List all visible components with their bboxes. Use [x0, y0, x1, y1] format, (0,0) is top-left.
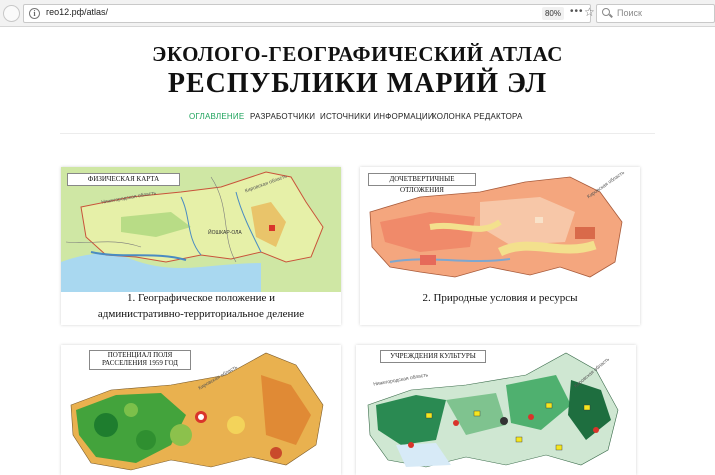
header-divider	[60, 133, 655, 134]
potential-map-image[interactable]: ПОТЕНЦИАЛ ПОЛЯ РАССЕЛЕНИЯ 1959 ГОД Киров…	[61, 345, 341, 475]
address-bar[interactable]: i гео12.рф/atlas/ 80% ••• ☆	[23, 4, 595, 23]
map-label-potential: ПОТЕНЦИАЛ ПОЛЯ РАССЕЛЕНИЯ 1959 ГОД	[89, 350, 191, 370]
browser-toolbar: i гео12.рф/atlas/ 80% ••• ☆ Поиск	[0, 0, 715, 27]
atlas-card-culture[interactable]: УЧРЕЖДЕНИЯ КУЛЬТУРЫ Кировская область Ни…	[356, 345, 636, 475]
nav-editor-column[interactable]: КОЛОНКА РЕДАКТОРА	[432, 112, 523, 121]
map-label-physical: ФИЗИЧЕСКАЯ КАРТА	[67, 173, 180, 186]
card-caption-line1[interactable]: 2. Природные условия и ресурсы	[360, 289, 640, 307]
atlas-card-geology[interactable]: ДОЧЕТВЕРТИЧНЫЕ ОТЛОЖЕНИЯ Кировская облас…	[360, 167, 640, 325]
map-label-geology: ДОЧЕТВЕРТИЧНЫЕ ОТЛОЖЕНИЯ	[368, 173, 476, 194]
atlas-card-physical[interactable]: ФИЗИЧЕСКАЯ КАРТА Кировская область Нижег…	[61, 167, 341, 325]
bookmark-star-icon[interactable]: ☆	[584, 5, 595, 19]
page-title-line1: ЭКОЛОГО-ГЕОГРАФИЧЕСКИЙ АТЛАС	[152, 42, 563, 66]
geology-map-image[interactable]: ДОЧЕТВЕРТИЧНЫЕ ОТЛОЖЕНИЯ Кировская облас…	[360, 167, 640, 292]
card-caption-line2[interactable]: административно-территориальное деление	[61, 305, 341, 323]
search-icon	[602, 8, 610, 16]
map-label-culture: УЧРЕЖДЕНИЯ КУЛЬТУРЫ	[380, 350, 486, 363]
nav-contents[interactable]: ОГЛАВЛЕНИЕ	[189, 112, 244, 121]
page-title-line2: РЕСПУБЛИКИ МАРИЙ ЭЛ	[167, 68, 548, 99]
map-capital-label: ЙОШКАР-ОЛА	[208, 230, 242, 236]
physical-map-image[interactable]: ФИЗИЧЕСКАЯ КАРТА Кировская область Нижег…	[61, 167, 341, 292]
back-button[interactable]	[3, 5, 20, 22]
search-placeholder: Поиск	[617, 8, 642, 18]
url-text[interactable]: гео12.рф/atlas/	[46, 7, 108, 17]
page-actions-icon[interactable]: •••	[570, 6, 584, 17]
atlas-card-potential[interactable]: ПОТЕНЦИАЛ ПОЛЯ РАССЕЛЕНИЯ 1959 ГОД Киров…	[61, 345, 341, 475]
nav-developers[interactable]: РАЗРАБОТЧИКИ	[250, 112, 315, 121]
culture-map-image[interactable]: УЧРЕЖДЕНИЯ КУЛЬТУРЫ Кировская область Ни…	[356, 345, 636, 475]
info-icon[interactable]: i	[29, 8, 40, 19]
zoom-level[interactable]: 80%	[542, 7, 564, 20]
search-input[interactable]: Поиск	[596, 4, 715, 23]
nav-sources[interactable]: ИСТОЧНИКИ ИНФОРМАЦИИ	[320, 112, 434, 121]
